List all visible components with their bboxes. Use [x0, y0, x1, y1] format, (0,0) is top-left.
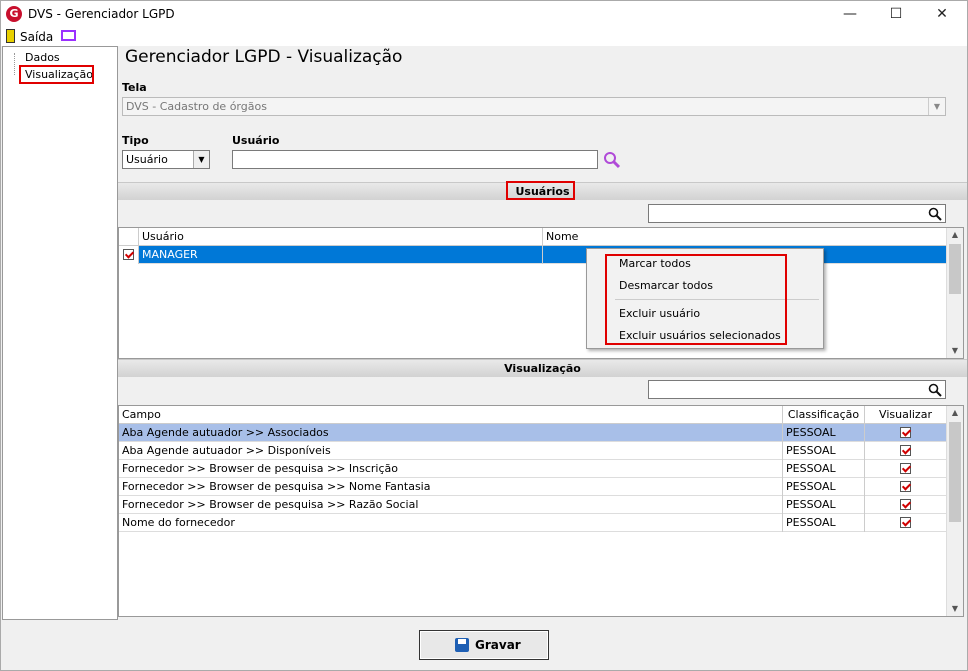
visualizar-cell — [865, 478, 947, 496]
usuarios-scrollbar[interactable]: ▲ ▼ — [946, 228, 963, 358]
visualizar-cell — [865, 442, 947, 460]
classificacao-cell: PESSOAL — [783, 424, 865, 442]
highlight-box — [19, 65, 94, 84]
campo-cell: Aba Agende autuador >> Associados — [119, 424, 783, 442]
grid-header-nome[interactable]: Nome — [543, 228, 947, 246]
table-row[interactable]: Fornecedor >> Browser de pesquisa >> Ins… — [119, 460, 947, 478]
usuario-input[interactable] — [232, 150, 598, 169]
scroll-thumb[interactable] — [949, 244, 961, 294]
visualizar-checkbox[interactable] — [900, 499, 911, 510]
visualizacao-section-header: Visualização — [118, 359, 967, 377]
table-row[interactable]: Aba Agende autuador >> Disponíveis PESSO… — [119, 442, 947, 460]
visualizar-cell — [865, 460, 947, 478]
highlight-box — [506, 181, 575, 200]
search-icon[interactable] — [928, 383, 942, 397]
scroll-down-icon[interactable]: ▼ — [947, 344, 963, 358]
tree-item-dados[interactable]: Dados — [25, 51, 60, 64]
scroll-down-icon[interactable]: ▼ — [947, 602, 963, 616]
menu-bar: Saída — [1, 28, 967, 46]
tree-connector — [14, 53, 15, 75]
monitor-icon[interactable] — [61, 30, 76, 41]
classificacao-cell: PESSOAL — [783, 442, 865, 460]
grid-header-usuario[interactable]: Usuário — [139, 228, 543, 246]
table-row[interactable]: Fornecedor >> Browser de pesquisa >> Nom… — [119, 478, 947, 496]
tela-value: DVS - Cadastro de órgãos — [126, 100, 267, 113]
classificacao-cell: PESSOAL — [783, 460, 865, 478]
tela-label: Tela — [122, 81, 147, 94]
grid-header-classificacao[interactable]: Classificação — [783, 406, 865, 424]
tipo-label: Tipo — [122, 134, 149, 147]
visualizacao-search-input[interactable] — [648, 380, 946, 399]
close-button[interactable]: ✕ — [919, 1, 965, 28]
chevron-down-icon[interactable]: ▼ — [193, 151, 209, 168]
door-exit-icon[interactable] — [6, 29, 15, 43]
tipo-select[interactable]: Usuário ▼ — [122, 150, 210, 169]
maximize-button[interactable]: ☐ — [873, 1, 919, 28]
campo-cell: Aba Agende autuador >> Disponíveis — [119, 442, 783, 460]
navigation-tree: Dados Visualização — [2, 46, 118, 620]
classificacao-cell: PESSOAL — [783, 496, 865, 514]
campo-cell: Fornecedor >> Browser de pesquisa >> Raz… — [119, 496, 783, 514]
window-title: DVS - Gerenciador LGPD — [28, 7, 175, 21]
row-checkbox[interactable] — [123, 249, 134, 260]
save-button-label: Gravar — [475, 638, 521, 652]
tela-select[interactable]: DVS - Cadastro de órgãos ▼ — [122, 97, 946, 116]
visualizar-cell — [865, 424, 947, 442]
campo-cell: Fornecedor >> Browser de pesquisa >> Ins… — [119, 460, 783, 478]
save-button[interactable]: Gravar — [419, 630, 549, 660]
visualizacao-grid: Campo Classificação Visualizar Aba Agend… — [118, 405, 964, 617]
floppy-disk-icon — [455, 638, 469, 652]
grid-header-campo[interactable]: Campo — [119, 406, 783, 424]
visualizacao-section-title: Visualização — [504, 362, 581, 375]
page-title: Gerenciador LGPD - Visualização — [125, 47, 403, 67]
visualizar-checkbox[interactable] — [900, 463, 911, 474]
app-window: G DVS - Gerenciador LGPD — ☐ ✕ Saída Dad… — [0, 0, 968, 671]
campo-cell: Nome do fornecedor — [119, 514, 783, 532]
search-icon[interactable] — [602, 150, 622, 170]
usuarios-grid: Usuário Nome MANAGER ▲ ▼ — [118, 227, 964, 359]
table-row[interactable]: Nome do fornecedor PESSOAL — [119, 514, 947, 532]
classificacao-cell: PESSOAL — [783, 514, 865, 532]
usuario-label: Usuário — [232, 134, 280, 147]
scroll-up-icon[interactable]: ▲ — [947, 228, 963, 242]
minimize-button[interactable]: — — [827, 1, 873, 28]
classificacao-cell: PESSOAL — [783, 478, 865, 496]
row-check-cell — [119, 246, 139, 264]
exit-menu-item[interactable]: Saída — [20, 30, 53, 44]
table-row[interactable]: Aba Agende autuador >> Associados PESSOA… — [119, 424, 947, 442]
table-row[interactable]: Fornecedor >> Browser de pesquisa >> Raz… — [119, 496, 947, 514]
app-logo-icon: G — [6, 6, 22, 22]
visualizar-cell — [865, 514, 947, 532]
usuarios-search-input[interactable] — [648, 204, 946, 223]
search-icon[interactable] — [928, 207, 942, 221]
scroll-thumb[interactable] — [949, 422, 961, 522]
visualizar-checkbox[interactable] — [900, 445, 911, 456]
scroll-up-icon[interactable]: ▲ — [947, 406, 963, 420]
chevron-down-icon[interactable]: ▼ — [928, 98, 945, 115]
visualizacao-scrollbar[interactable]: ▲ ▼ — [946, 406, 963, 616]
visualizar-checkbox[interactable] — [900, 427, 911, 438]
campo-cell: Fornecedor >> Browser de pesquisa >> Nom… — [119, 478, 783, 496]
visualizar-cell — [865, 496, 947, 514]
grid-header-visualizar[interactable]: Visualizar — [865, 406, 947, 424]
grid-header-check — [119, 228, 139, 246]
usuario-cell: MANAGER — [139, 246, 543, 264]
tipo-value: Usuário — [126, 153, 168, 166]
visualizar-checkbox[interactable] — [900, 481, 911, 492]
highlight-box — [605, 254, 787, 345]
title-bar: G DVS - Gerenciador LGPD — ☐ ✕ — [1, 1, 967, 28]
visualizar-checkbox[interactable] — [900, 517, 911, 528]
